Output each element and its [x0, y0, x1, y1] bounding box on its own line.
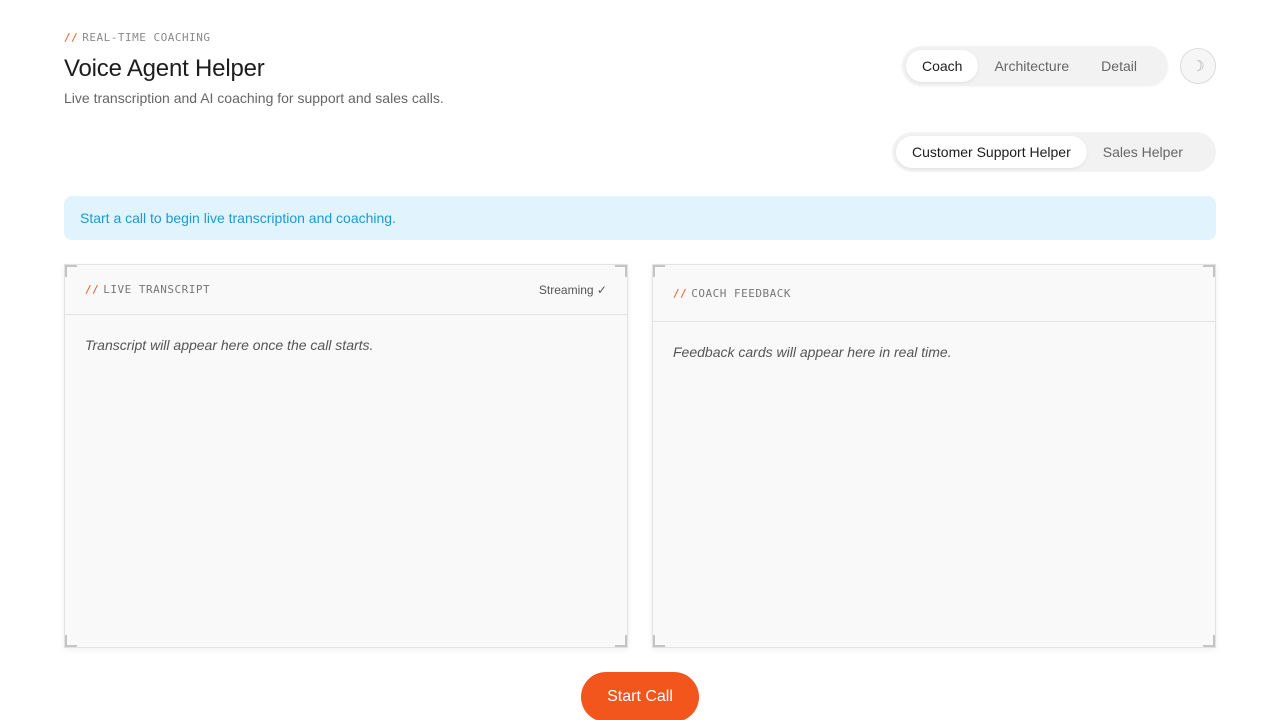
eyebrow-label: //REAL-TIME COACHING: [64, 31, 210, 44]
feedback-prefix: //: [673, 286, 688, 300]
helper-switcher: Customer Support Helper Sales Helper: [892, 132, 1216, 172]
feedback-label: COACH FEEDBACK: [691, 286, 791, 300]
feedback-panel-title: //COACH FEEDBACK: [673, 287, 791, 300]
feedback-placeholder: Feedback cards will appear here in real …: [673, 344, 952, 360]
corner-mark: [615, 635, 627, 647]
corner-mark: [1203, 265, 1215, 277]
main-nav: Coach Architecture Detail: [902, 46, 1168, 86]
live-transcript-panel: //LIVE TRANSCRIPT Streaming ✓ Transcript…: [64, 264, 628, 648]
corner-mark: [65, 635, 77, 647]
page-title: Voice Agent Helper: [64, 55, 265, 82]
transcript-prefix: //: [85, 283, 100, 296]
corner-mark: [653, 635, 665, 647]
start-call-button[interactable]: Start Call: [581, 672, 699, 720]
eyebrow-prefix: //: [64, 31, 79, 44]
eyebrow-text: REAL-TIME COACHING: [82, 31, 211, 44]
moon-icon: ☽: [1191, 58, 1205, 75]
tab-detail[interactable]: Detail: [1085, 50, 1153, 82]
streaming-status: Streaming ✓: [538, 282, 607, 297]
tab-sales-helper[interactable]: Sales Helper: [1087, 136, 1199, 168]
tab-architecture[interactable]: Architecture: [978, 50, 1085, 82]
info-banner-text: Start a call to begin live transcription…: [80, 210, 396, 226]
corner-mark: [653, 265, 665, 277]
transcript-placeholder: Transcript will appear here once the cal…: [85, 337, 374, 353]
tab-coach[interactable]: Coach: [906, 50, 979, 82]
info-banner: Start a call to begin live transcription…: [64, 196, 1216, 240]
corner-mark: [65, 265, 77, 277]
corner-mark: [615, 265, 627, 277]
theme-toggle-button[interactable]: ☽: [1180, 48, 1216, 84]
feedback-panel-header: //COACH FEEDBACK: [653, 265, 1215, 322]
transcript-panel-header: //LIVE TRANSCRIPT Streaming ✓: [65, 265, 627, 315]
coach-feedback-panel: //COACH FEEDBACK Feedback cards will app…: [652, 264, 1216, 648]
tab-customer-support-helper[interactable]: Customer Support Helper: [896, 136, 1087, 168]
corner-mark: [1203, 635, 1215, 647]
page-subtitle: Live transcription and AI coaching for s…: [64, 90, 444, 106]
transcript-panel-title: //LIVE TRANSCRIPT: [85, 283, 210, 296]
transcript-label: LIVE TRANSCRIPT: [103, 283, 211, 296]
